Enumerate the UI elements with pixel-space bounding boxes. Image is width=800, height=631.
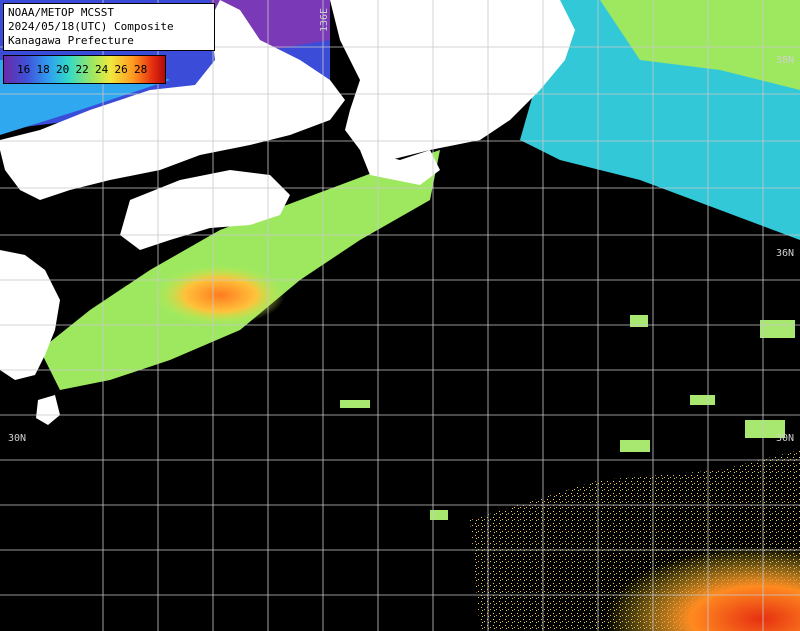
legend-tick: 20 — [56, 63, 70, 76]
info-title: NOAA/METOP MCSST — [8, 6, 114, 19]
legend-tick: 26 — [114, 63, 128, 76]
legend-tick: 22 — [75, 63, 89, 76]
tanegashima — [36, 395, 60, 425]
lat-label-36n-right: 36N — [776, 248, 795, 259]
sst-map — [0, 0, 800, 631]
info-box: NOAA/METOP MCSST 2024/05/18(UTC) Composi… — [3, 3, 215, 51]
lat-label-30n-right: 30N — [776, 433, 795, 444]
legend-tick: 18 — [36, 63, 50, 76]
lat-label-38n-right: 38N — [776, 55, 795, 66]
lat-label-30n-left: 30N — [8, 433, 27, 444]
lon-label-136e: 136E — [319, 7, 330, 32]
temperature-legend: 16 18 20 22 24 26 28 — [3, 55, 166, 84]
legend-tick: 28 — [134, 63, 148, 76]
info-region: Kanagawa Prefecture — [8, 34, 134, 47]
sst-map-view: 136E 30N 30N 36N 38N NOAA/METOP MCSST 20… — [0, 0, 800, 631]
legend-tick: 16 — [17, 63, 31, 76]
sst-warm-patch — [155, 265, 285, 325]
legend-tick: 24 — [95, 63, 109, 76]
info-date: 2024/05/18(UTC) Composite — [8, 20, 174, 33]
